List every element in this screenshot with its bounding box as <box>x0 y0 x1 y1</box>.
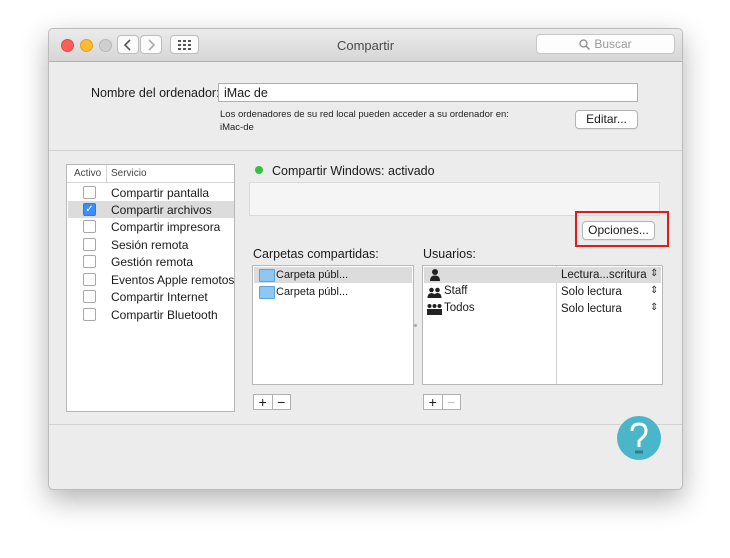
service-row-remote-management[interactable]: Gestión remota <box>68 253 234 270</box>
service-label: Compartir pantalla <box>111 186 210 200</box>
title-bar: Compartir Buscar <box>49 29 682 62</box>
status-indicator-dot <box>255 166 263 174</box>
services-list: Activo Servicio Compartir pantalla ✓ Com… <box>66 164 235 412</box>
folder-icon <box>259 286 275 299</box>
service-checkbox[interactable] <box>83 220 96 233</box>
users-label: Usuarios: <box>423 247 476 261</box>
service-label: Eventos Apple remotos <box>111 273 235 287</box>
bottom-divider <box>49 424 682 425</box>
sharing-window: Compartir Buscar Nombre del ordenador: i… <box>48 28 683 490</box>
remove-user-button[interactable]: − <box>441 395 461 409</box>
service-row-remote-login[interactable]: Sesión remota <box>68 236 234 253</box>
watermark-logo-icon <box>617 416 661 460</box>
user-icon <box>430 269 440 281</box>
folders-add-remove: + − <box>253 394 291 410</box>
service-row-remote-apple-events[interactable]: Eventos Apple remotos <box>68 271 234 288</box>
service-checkbox[interactable] <box>83 308 96 321</box>
shared-folders-list: Carpeta públ... Carpeta públ... <box>252 265 414 385</box>
header-separator <box>106 165 107 182</box>
folder-icon <box>259 269 275 282</box>
service-checkbox[interactable] <box>83 273 96 286</box>
shared-folder-name: Carpeta públ... <box>276 269 349 281</box>
search-input[interactable]: Buscar <box>536 34 675 54</box>
group-icon <box>427 287 442 298</box>
shared-folder-name: Carpeta públ... <box>276 286 349 298</box>
service-label: Compartir Internet <box>111 290 208 304</box>
permission-value: Solo lectura <box>561 303 622 315</box>
service-label: Sesión remota <box>111 238 189 252</box>
remove-folder-button[interactable]: − <box>271 395 291 409</box>
service-checkbox[interactable] <box>83 186 96 199</box>
computer-name-field[interactable]: iMac de <box>218 83 638 102</box>
permission-value: Lectura...scritura <box>561 269 647 281</box>
everyone-icon <box>427 304 442 315</box>
service-row-printer-sharing[interactable]: Compartir impresora <box>68 218 234 235</box>
search-placeholder: Buscar <box>594 37 632 51</box>
user-row-staff[interactable]: Staff Solo lectura ⇕ <box>424 284 661 300</box>
user-row-everyone[interactable]: Todos Solo lectura ⇕ <box>424 301 661 317</box>
service-row-internet-sharing[interactable]: Compartir Internet <box>68 288 234 305</box>
checkmark-icon: ✓ <box>85 204 94 215</box>
users-add-remove: + − <box>423 394 461 410</box>
edit-button[interactable]: Editar... <box>575 110 638 129</box>
shared-folders-label: Carpetas compartidas: <box>253 247 379 261</box>
header-active: Activo <box>74 168 102 179</box>
service-checkbox[interactable] <box>83 238 96 251</box>
service-label: Compartir Bluetooth <box>111 308 218 322</box>
up-down-arrows-icon[interactable]: ⇕ <box>650 268 658 279</box>
user-name: Staff <box>444 285 468 297</box>
service-row-file-sharing[interactable]: ✓ Compartir archivos <box>68 201 234 218</box>
computer-address-info: Los ordenadores de su red local pueden a… <box>220 109 509 120</box>
add-user-button[interactable]: + <box>424 395 442 409</box>
search-icon <box>579 38 591 50</box>
section-divider <box>49 150 682 151</box>
user-row-owner[interactable]: Lectura...scritura ⇕ <box>424 267 661 283</box>
up-down-arrows-icon[interactable]: ⇕ <box>650 302 658 313</box>
header-service: Servicio <box>111 168 147 179</box>
add-folder-button[interactable]: + <box>254 395 272 409</box>
service-label: Compartir impresora <box>111 220 221 234</box>
users-list: Lectura...scritura ⇕ Staff Solo lectura … <box>422 265 663 385</box>
service-row-bluetooth-sharing[interactable]: Compartir Bluetooth <box>68 306 234 323</box>
status-text: Compartir Windows: activado <box>272 164 435 178</box>
resize-handle[interactable] <box>414 324 417 327</box>
shared-folder-row[interactable]: Carpeta públ... <box>254 284 412 300</box>
service-label: Compartir archivos <box>111 203 212 217</box>
service-checkbox[interactable] <box>83 290 96 303</box>
service-label: Gestión remota <box>111 255 194 269</box>
highlight-box <box>575 211 669 247</box>
computer-name-label: Nombre del ordenador: <box>91 86 220 100</box>
user-name: Todos <box>444 302 475 314</box>
service-checkbox[interactable] <box>83 255 96 268</box>
service-row-screen-sharing[interactable]: Compartir pantalla <box>68 184 234 201</box>
header-underline <box>67 182 234 183</box>
shared-folder-row[interactable]: Carpeta públ... <box>254 267 412 283</box>
up-down-arrows-icon[interactable]: ⇕ <box>650 285 658 296</box>
service-checkbox[interactable]: ✓ <box>83 203 96 216</box>
computer-address: iMac-de <box>220 122 254 133</box>
permission-value: Solo lectura <box>561 286 622 298</box>
